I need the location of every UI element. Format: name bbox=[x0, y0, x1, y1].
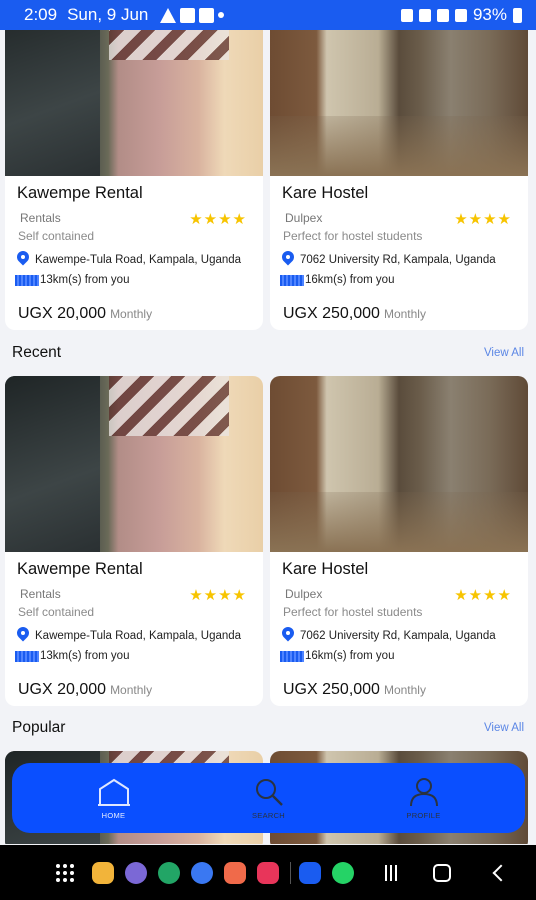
nav-search[interactable]: SEARCH bbox=[229, 777, 309, 820]
nav-profile[interactable]: PROFILE bbox=[384, 777, 464, 820]
battery-icon bbox=[513, 7, 522, 23]
price-period: Monthly bbox=[383, 683, 426, 697]
listing-distance: 13km(s) from you bbox=[40, 650, 130, 662]
camera-app-icon[interactable] bbox=[257, 861, 279, 884]
rating-stars: ★★★★ bbox=[454, 587, 512, 604]
listing-title: Kawempe Rental bbox=[17, 560, 143, 578]
rating-stars: ★★★★ bbox=[454, 211, 512, 228]
listing-price: UGX 20,000 bbox=[18, 681, 107, 698]
ruler-icon bbox=[280, 650, 304, 662]
signal-icon bbox=[454, 8, 467, 22]
person-icon bbox=[409, 777, 438, 806]
listing-title: Kawempe Rental bbox=[17, 184, 143, 202]
view-all-recent-link[interactable]: View All bbox=[484, 347, 524, 359]
ruler-icon bbox=[15, 650, 39, 662]
popular-section-header: Popular View All bbox=[0, 719, 536, 737]
listing-card[interactable]: Kawempe Rental Rentals Self contained ★★… bbox=[5, 30, 263, 330]
listing-distance: 13km(s) from you bbox=[40, 274, 130, 286]
system-indicators: 93% bbox=[400, 5, 522, 25]
listing-price: UGX 250,000 bbox=[283, 681, 380, 698]
view-all-popular-link[interactable]: View All bbox=[484, 722, 524, 734]
price-period: Monthly bbox=[110, 683, 153, 697]
listing-title: Kare Hostel bbox=[282, 560, 369, 578]
messages-app-icon[interactable] bbox=[191, 861, 213, 884]
browser-app-icon[interactable] bbox=[125, 861, 147, 884]
whatsapp-app-icon[interactable] bbox=[332, 861, 354, 884]
recent-apps-button[interactable] bbox=[385, 864, 397, 881]
warning-icon bbox=[160, 7, 177, 23]
status-bar: 2:09 Sun, 9 Jun 93% bbox=[0, 0, 536, 30]
alarm-icon bbox=[418, 8, 431, 22]
contacts-app-icon[interactable] bbox=[224, 861, 246, 884]
system-back-button[interactable] bbox=[492, 864, 510, 881]
listing-description: Perfect for hostel students bbox=[283, 229, 423, 243]
nav-home[interactable]: HOME bbox=[74, 777, 154, 820]
ruler-icon bbox=[15, 274, 39, 286]
search-icon bbox=[255, 778, 283, 806]
listing-price: UGX 20,000 bbox=[18, 305, 107, 322]
battery-percent: 93% bbox=[472, 5, 507, 24]
listing-location: 7062 University Rd, Kampala, Uganda bbox=[300, 253, 496, 266]
listing-price: UGX 250,000 bbox=[283, 305, 380, 322]
listing-photo bbox=[5, 30, 263, 176]
section-title-popular: Popular bbox=[12, 719, 66, 736]
price-period: Monthly bbox=[383, 307, 426, 321]
listing-photo bbox=[5, 376, 263, 552]
battery-saver-icon bbox=[400, 8, 413, 22]
notification-icons bbox=[160, 7, 225, 23]
listing-description: Self contained bbox=[18, 229, 95, 243]
listing-location: Kawempe-Tula Road, Kampala, Uganda bbox=[35, 253, 242, 266]
listing-distance: 16km(s) from you bbox=[305, 650, 395, 662]
nav-search-label: SEARCH bbox=[251, 810, 286, 820]
ruler-icon bbox=[280, 274, 304, 286]
listing-title: Kare Hostel bbox=[282, 184, 369, 202]
system-nav-bar bbox=[0, 845, 536, 900]
price-period: Monthly bbox=[110, 307, 153, 321]
location-pin-icon bbox=[282, 627, 294, 644]
hotspot-icon bbox=[436, 8, 449, 22]
files-app-icon[interactable] bbox=[92, 861, 114, 884]
dock-divider bbox=[290, 861, 291, 884]
listing-card[interactable]: Kare Hostel Dulpex Perfect for hostel st… bbox=[270, 30, 528, 330]
bottom-nav: HOME SEARCH PROFILE bbox=[12, 763, 525, 833]
section-title-recent: Recent bbox=[12, 344, 62, 361]
listing-description: Self contained bbox=[18, 605, 95, 619]
listing-card[interactable]: Kare Hostel Dulpex Perfect for hostel st… bbox=[270, 376, 528, 706]
facebook-icon bbox=[180, 7, 196, 23]
location-pin-icon bbox=[17, 627, 29, 644]
listing-photo bbox=[270, 30, 528, 176]
location-pin-icon bbox=[282, 251, 294, 268]
system-home-button[interactable] bbox=[433, 863, 451, 882]
listing-photo bbox=[270, 376, 528, 552]
nav-profile-label: PROFILE bbox=[406, 810, 441, 820]
phone-app-icon[interactable] bbox=[158, 861, 180, 884]
notification-dot-icon bbox=[218, 12, 225, 18]
status-time: 2:09 bbox=[24, 5, 58, 24]
location-pin-icon bbox=[17, 251, 29, 268]
nav-home-label: HOME bbox=[101, 810, 126, 820]
listing-card[interactable]: Kawempe Rental Rentals Self contained ★★… bbox=[5, 376, 263, 706]
rental-app-icon[interactable] bbox=[299, 861, 321, 884]
home-icon bbox=[97, 778, 130, 806]
recent-section-header: Recent View All bbox=[0, 344, 536, 362]
listing-distance: 16km(s) from you bbox=[305, 274, 395, 286]
listing-location: 7062 University Rd, Kampala, Uganda bbox=[300, 629, 496, 642]
listing-description: Perfect for hostel students bbox=[283, 605, 423, 619]
rating-stars: ★★★★ bbox=[189, 211, 247, 228]
app-drawer-icon[interactable] bbox=[56, 863, 74, 882]
listing-location: Kawempe-Tula Road, Kampala, Uganda bbox=[35, 629, 242, 642]
facebook-icon bbox=[199, 7, 215, 23]
home-feed[interactable]: Kawempe Rental Rentals Self contained ★★… bbox=[0, 30, 536, 844]
status-date: Sun, 9 Jun bbox=[67, 5, 149, 24]
rating-stars: ★★★★ bbox=[189, 587, 247, 604]
